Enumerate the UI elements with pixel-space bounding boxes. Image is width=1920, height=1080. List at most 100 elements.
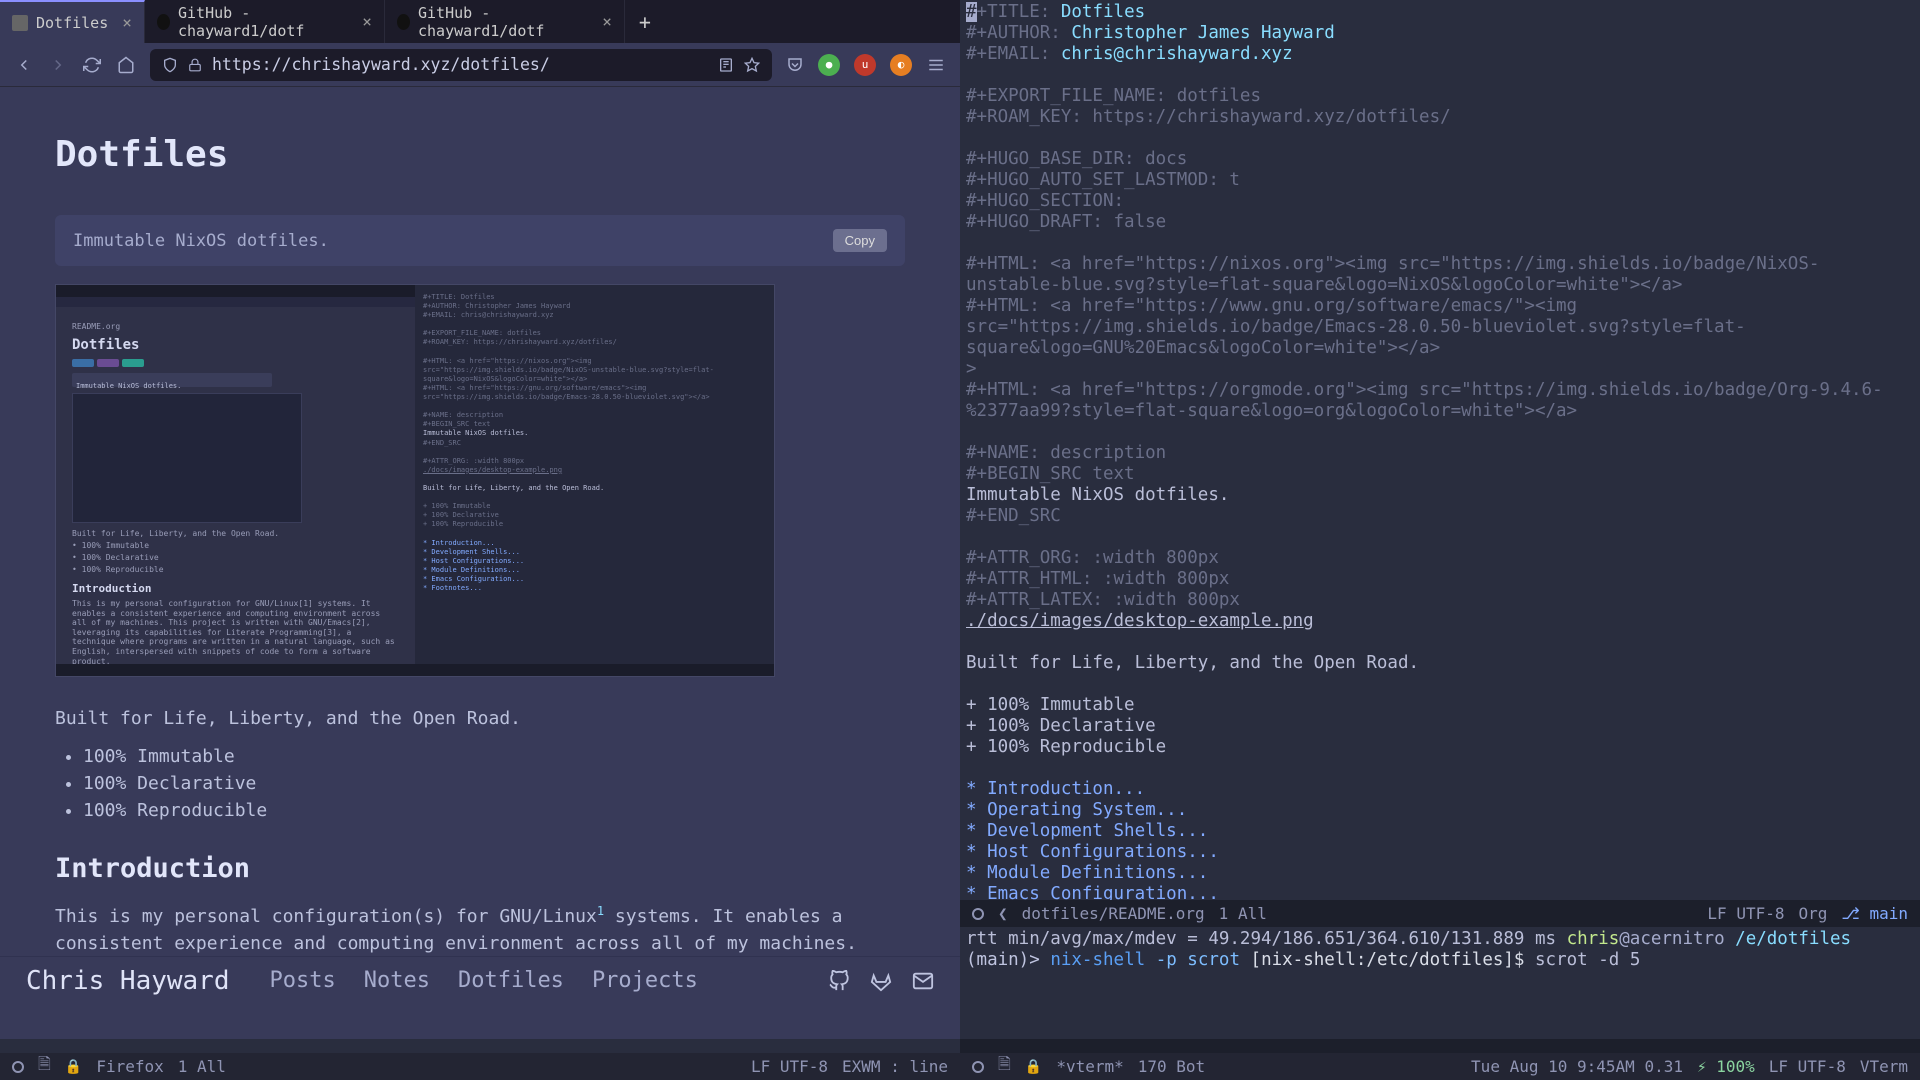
back-button[interactable] [14, 55, 34, 75]
close-icon[interactable]: × [602, 12, 612, 31]
mini-bullet: • 100% Immutable [72, 541, 399, 550]
nix-prompt: [nix-shell:/etc/dotfiles]$ [1251, 950, 1525, 970]
tab-title: GitHub - chayward1/dotf [418, 4, 588, 40]
tab-title: Dotfiles [36, 14, 108, 32]
org-src-content: Immutable NixOS dotfiles. [966, 485, 1229, 505]
tab-dotfiles[interactable]: Dotfiles × [0, 0, 145, 43]
intro-heading: Introduction [55, 853, 905, 884]
status-circle-icon [12, 1061, 24, 1073]
mini-para: This is my personal configuration for GN… [72, 599, 399, 666]
vterm-command: nix-shell [1050, 950, 1145, 970]
intro-a: This is my personal configuration(s) for… [55, 906, 597, 927]
org-heading[interactable]: * Introduction... [966, 779, 1145, 799]
org-key: #+AUTHOR: [966, 23, 1061, 43]
buffer-name: Firefox [96, 1057, 163, 1076]
org-end-src: #+END_SRC [966, 506, 1061, 526]
file-icon: 🗎 [38, 1053, 51, 1080]
site-nav: Chris Hayward Posts Notes Dotfiles Proje… [0, 956, 960, 1004]
brand[interactable]: Chris Hayward [26, 966, 230, 996]
buffer-name: dotfiles/README.org [1022, 904, 1205, 923]
bookmark-icon[interactable] [744, 57, 760, 73]
favicon-icon [12, 15, 28, 31]
tab-bar: Dotfiles × GitHub - chayward1/dotf × Git… [0, 0, 960, 43]
mini-desc: Immutable NixOS dotfiles. [72, 382, 181, 390]
encoding: LF UTF-8 [751, 1057, 828, 1076]
description-block: Immutable NixOS dotfiles. Copy [55, 215, 905, 266]
firefox-modeline: 🗎 🔒 Firefox 1 All LF UTF-8 EXWM : line [0, 1053, 960, 1080]
github-icon [397, 14, 410, 30]
prompt-path: /e/dotfiles [1735, 929, 1851, 949]
page-title: Dotfiles [55, 134, 905, 175]
vterm-output: rtt min/avg/max/mdev = 49.294/186.651/36… [966, 929, 1556, 949]
forward-button[interactable] [48, 55, 68, 75]
new-tab-button[interactable]: + [625, 0, 665, 43]
vterm-flag: -p scrot [1156, 950, 1240, 970]
org-author: Christopher James Hayward [1071, 23, 1334, 43]
org-roam: #+ROAM_KEY: https://chrishayward.xyz/dot… [966, 107, 1451, 127]
org-buffer[interactable]: #+TITLE: Dotfiles #+AUTHOR: Christopher … [960, 0, 1920, 900]
mini-bullet: • 100% Reproducible [72, 565, 399, 574]
nav-projects[interactable]: Projects [592, 968, 698, 993]
gitlab-icon[interactable] [870, 970, 892, 992]
battery-status: ⚡ 100% [1697, 1057, 1755, 1076]
reload-button[interactable] [82, 55, 102, 75]
page-viewport[interactable]: Dotfiles Immutable NixOS dotfiles. Copy … [0, 88, 960, 969]
major-mode: EXWM : line [842, 1057, 948, 1076]
status-circle-icon [972, 908, 984, 920]
vterm-buffer[interactable]: rtt min/avg/max/mdev = 49.294/186.651/36… [960, 927, 1920, 973]
list-item: 100% Reproducible [83, 800, 905, 821]
buffer-position: 1 All [178, 1057, 226, 1076]
org-attr: #+ATTR_LATEX: :width 800px [966, 590, 1240, 610]
encoding: LF UTF-8 [1707, 904, 1784, 923]
home-button[interactable] [116, 55, 136, 75]
extension-icon[interactable]: ◐ [890, 54, 912, 76]
nav-notes[interactable]: Notes [364, 968, 430, 993]
footnote-ref[interactable]: 1 [597, 904, 604, 918]
editor-modeline: ❮ dotfiles/README.org 1 All LF UTF-8 Org… [960, 900, 1920, 927]
major-mode: Org [1798, 904, 1827, 923]
close-icon[interactable]: × [122, 13, 132, 32]
encoding: LF UTF-8 [1769, 1057, 1846, 1076]
org-heading[interactable]: * Development Shells... [966, 821, 1208, 841]
org-heading[interactable]: * Host Configurations... [966, 842, 1219, 862]
tab-github-1[interactable]: GitHub - chayward1/dotf × [145, 0, 385, 43]
org-hugo: #+HUGO_SECTION: [966, 191, 1124, 211]
lock-icon [188, 58, 202, 72]
org-heading[interactable]: * Operating System... [966, 800, 1187, 820]
file-icon: 🗎 [998, 1053, 1011, 1080]
desktop-screenshot: README.org Dotfiles Immutable NixOS dotf… [55, 284, 775, 677]
description-text: Immutable NixOS dotfiles. [73, 231, 329, 251]
url-bar[interactable]: https://chrishayward.xyz/dotfiles/ [150, 49, 772, 81]
org-hugo: #+HUGO_BASE_DIR: docs [966, 149, 1187, 169]
pocket-icon[interactable] [786, 56, 804, 74]
org-link[interactable]: ./docs/images/desktop-example.png [966, 611, 1314, 631]
mini-tagline: Built for Life, Liberty, and the Open Ro… [72, 529, 399, 538]
git-branch: ⎇ main [1841, 904, 1908, 923]
reader-icon[interactable] [718, 57, 734, 73]
nav-posts[interactable]: Posts [270, 968, 336, 993]
list-item: 100% Declarative [83, 773, 905, 794]
github-icon[interactable] [828, 970, 850, 992]
extension-ublock-icon[interactable]: u [854, 54, 876, 76]
org-attr: #+ATTR_HTML: :width 800px [966, 569, 1229, 589]
org-heading[interactable]: * Emacs Configuration... [966, 884, 1219, 900]
org-export: #+EXPORT_FILE_NAME: dotfiles [966, 86, 1261, 106]
buffer-position: 170 Bot [1138, 1057, 1205, 1076]
nav-dotfiles[interactable]: Dotfiles [458, 968, 564, 993]
org-html: #+HTML: <a href="https://www.gnu.org/sof… [966, 296, 1746, 358]
email-icon[interactable] [912, 970, 934, 992]
copy-button[interactable]: Copy [833, 229, 887, 252]
org-heading[interactable]: * Module Definitions... [966, 863, 1208, 883]
extension-icon[interactable]: ● [818, 54, 840, 76]
org-list-item: + 100% Reproducible [966, 737, 1166, 757]
clock: Tue Aug 10 9:45AM 0.31 [1471, 1057, 1683, 1076]
menu-button[interactable] [926, 55, 946, 75]
github-icon [157, 14, 170, 30]
org-html: #+HTML: <a href="https://orgmode.org"><i… [966, 380, 1883, 421]
tab-title: GitHub - chayward1/dotf [178, 4, 348, 40]
close-icon[interactable]: × [362, 12, 372, 31]
tab-github-2[interactable]: GitHub - chayward1/dotf × [385, 0, 625, 43]
buffer-position: 1 All [1219, 904, 1267, 923]
shield-icon [162, 57, 178, 73]
article: Dotfiles Immutable NixOS dotfiles. Copy … [55, 88, 905, 969]
